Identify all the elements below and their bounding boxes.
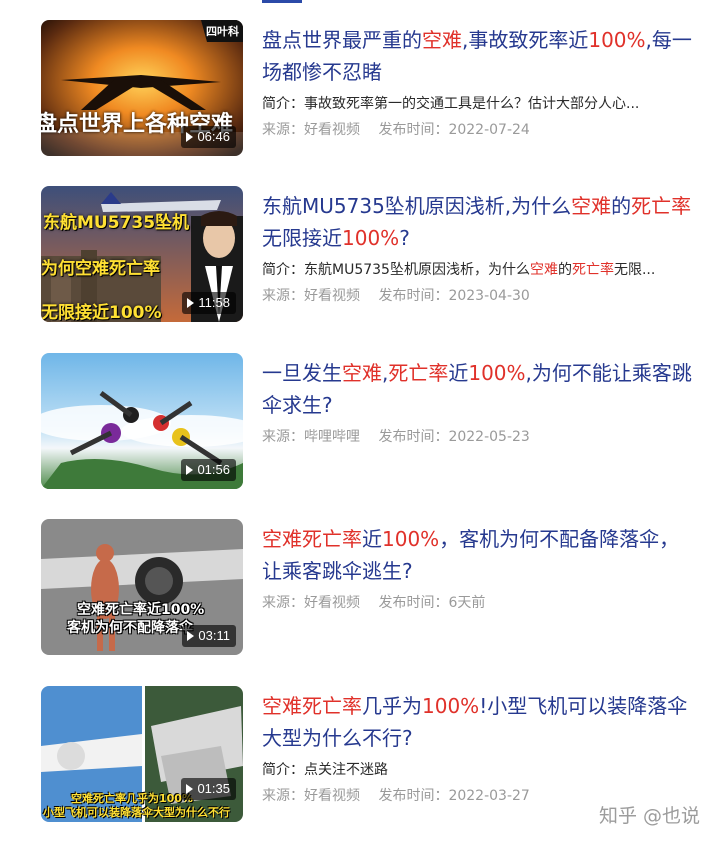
video-thumbnail[interactable]: 东航MU5735坠机 为何空难死亡率 无限接近100% 11:58 <box>41 186 243 322</box>
video-info: 来源：好看视频 发布时间：2022-07-24 <box>262 120 692 140</box>
video-source: 来源：好看视频 <box>262 288 360 304</box>
highlighted-keyword: 空难 <box>422 28 462 52</box>
duration-badge: 06:46 <box>181 126 236 148</box>
video-info: 来源：哔哩哔哩 发布时间：2022-05-23 <box>262 427 692 447</box>
duration-badge: 11:58 <box>182 292 236 314</box>
duration-badge: 01:35 <box>181 778 236 800</box>
highlighted-keyword: 100% <box>342 226 400 250</box>
text-segment: ,事故致死率近 <box>462 28 589 52</box>
video-date: 发布时间：2022-03-27 <box>378 788 530 804</box>
video-meta: 一旦发生空难,死亡率近100%,为何不能让乘客跳伞求生? 来源：哔哩哔哩 发布时… <box>262 357 692 447</box>
video-source: 来源：好看视频 <box>262 788 360 804</box>
video-title[interactable]: 盘点世界最严重的空难,事故致死率近100%,每一场都惨不忍睹 <box>262 24 692 88</box>
video-meta: 空难死亡率近100%，客机为何不配备降落伞，让乘客跳伞逃生? 来源：好看视频 发… <box>262 523 692 613</box>
highlighted-keyword: 100% <box>468 361 526 385</box>
video-date: 发布时间：2022-05-23 <box>378 429 530 445</box>
highlighted-keyword: 空难死亡率 <box>262 527 362 551</box>
list-item[interactable]: 空难死亡率近100% 客机为何不配降落伞 03:11 空难死亡率近100%，客机… <box>0 519 720 659</box>
thumbnail-caption-line-1: 空难死亡率近100% <box>77 602 205 618</box>
video-date: 发布时间：6天前 <box>378 595 486 611</box>
thumbnail-caption-line-2: 小型飞机可以装降落伞大型为什么不行 <box>43 806 230 819</box>
video-meta: 东航MU5735坠机原因浅析,为什么空难的死亡率无限接近100%? 简介：东航M… <box>262 190 692 306</box>
highlighted-keyword: 空难 <box>571 194 612 218</box>
thumbnail-badge: 四叶科 <box>206 25 239 38</box>
duration-badge: 03:11 <box>182 625 236 647</box>
text-segment: 近 <box>448 361 469 385</box>
highlighted-keyword: 100% <box>588 28 646 52</box>
video-thumbnail[interactable]: 空难死亡率几乎为100% 小型飞机可以装降落伞大型为什么不行 01:35 <box>41 686 243 822</box>
text-segment: 简介：点关注不迷路 <box>262 762 388 778</box>
highlighted-keyword: 死亡率 <box>571 262 614 278</box>
duration-badge: 01:56 <box>181 459 236 481</box>
video-meta: 盘点世界最严重的空难,事故致死率近100%,每一场都惨不忍睹 简介：事故致死率第… <box>262 24 692 140</box>
video-date: 发布时间：2022-07-24 <box>378 122 530 138</box>
highlighted-keyword: 空难死亡率 <box>262 694 362 718</box>
highlighted-keyword: 100% <box>422 694 480 718</box>
text-segment: 无限接近 <box>262 226 342 250</box>
video-thumbnail[interactable]: 盘点世界上各种空难 四叶科 06:46 <box>41 20 243 156</box>
video-info: 来源：好看视频 发布时间：6天前 <box>262 593 692 613</box>
video-source: 来源：好看视频 <box>262 122 360 138</box>
text-segment: 无限... <box>613 262 656 278</box>
highlighted-keyword: 死亡率 <box>631 194 692 218</box>
thumbnail-caption-line-1: 东航MU5735坠机 <box>43 213 190 233</box>
text-segment: 的 <box>611 194 632 218</box>
text-segment: 简介：事故致死率第一的交通工具是什么？估计大部分人心... <box>262 96 640 112</box>
video-title[interactable]: 空难死亡率近100%，客机为何不配备降落伞，让乘客跳伞逃生? <box>262 523 692 587</box>
video-source: 来源：好看视频 <box>262 595 360 611</box>
video-result-list: 盘点世界上各种空难 四叶科 06:46 盘点世界最严重的空难,事故致死率近100… <box>0 0 720 844</box>
text-segment: 几乎为 <box>362 694 422 718</box>
play-icon <box>186 465 194 475</box>
play-icon <box>187 631 195 641</box>
video-meta: 空难死亡率几乎为100%!小型飞机可以装降落伞大型为什么不行? 简介：点关注不迷… <box>262 690 692 806</box>
video-source: 来源：哔哩哔哩 <box>262 429 360 445</box>
zhihu-watermark: 知乎 @也说 <box>598 805 700 827</box>
list-item[interactable]: 盘点世界上各种空难 四叶科 06:46 盘点世界最严重的空难,事故致死率近100… <box>0 20 720 160</box>
video-thumbnail[interactable]: 空难死亡率近100% 客机为何不配降落伞 03:11 <box>41 519 243 655</box>
thumbnail-caption-line-2: 为何空难死亡率 <box>41 259 160 279</box>
video-summary: 简介：东航MU5735坠机原因浅析，为什么空难的死亡率无限... <box>262 260 692 280</box>
video-info: 来源：好看视频 发布时间：2023-04-30 <box>262 286 692 306</box>
video-title[interactable]: 空难死亡率几乎为100%!小型飞机可以装降落伞大型为什么不行? <box>262 690 692 754</box>
video-summary: 简介：点关注不迷路 <box>262 760 692 780</box>
text-segment: 近 <box>362 527 382 551</box>
play-icon <box>186 784 194 794</box>
video-date: 发布时间：2023-04-30 <box>378 288 530 304</box>
list-item[interactable]: 01:56 一旦发生空难,死亡率近100%,为何不能让乘客跳伞求生? 来源：哔哩… <box>0 353 720 493</box>
text-segment: 一旦发生 <box>262 361 342 385</box>
video-title[interactable]: 东航MU5735坠机原因浅析,为什么空难的死亡率无限接近100%? <box>262 190 692 254</box>
highlighted-keyword: 空难 <box>342 361 382 385</box>
text-segment: 东航MU5735坠机原因浅析,为什么 <box>262 194 572 218</box>
list-item[interactable]: 东航MU5735坠机 为何空难死亡率 无限接近100% 11:58 东航MU57… <box>0 186 720 326</box>
thumbnail-caption-line-3: 无限接近100% <box>41 303 162 322</box>
highlighted-keyword: 空难 <box>529 262 558 278</box>
highlighted-keyword: 100% <box>382 527 440 551</box>
text-segment: 盘点世界最严重的 <box>262 28 422 52</box>
text-segment: 的 <box>557 262 572 278</box>
video-title[interactable]: 一旦发生空难,死亡率近100%,为何不能让乘客跳伞求生? <box>262 357 692 421</box>
highlighted-keyword: 死亡率 <box>388 361 449 385</box>
text-segment: ? <box>399 226 410 250</box>
thumbnail-caption-line-2: 客机为何不配降落伞 <box>67 620 193 636</box>
video-thumbnail[interactable]: 01:56 <box>41 353 243 489</box>
text-segment: 简介：东航MU5735坠机原因浅析，为什么 <box>262 262 530 278</box>
video-summary: 简介：事故致死率第一的交通工具是什么？估计大部分人心... <box>262 94 692 114</box>
play-icon <box>186 132 194 142</box>
play-icon <box>187 298 195 308</box>
